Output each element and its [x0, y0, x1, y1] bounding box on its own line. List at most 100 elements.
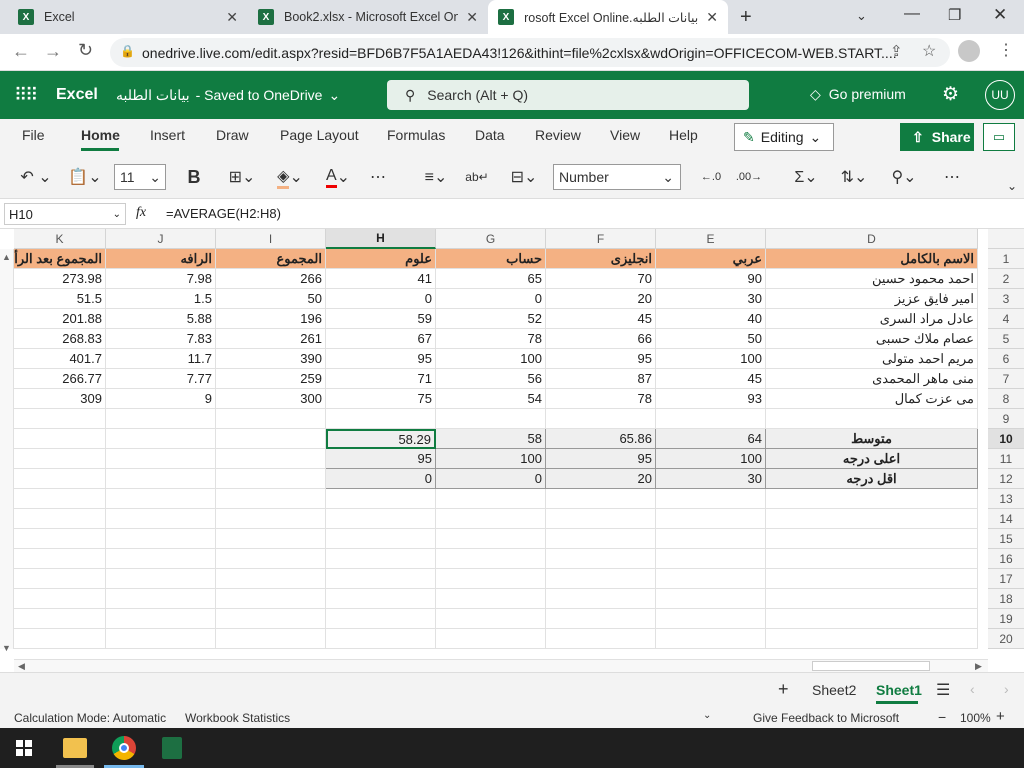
cell-g18[interactable]	[436, 589, 546, 609]
row-header-20[interactable]: 20	[988, 629, 1024, 649]
tab-review[interactable]: Review	[535, 127, 581, 143]
merge-cells-icon[interactable]: ⊟⌄	[504, 164, 544, 190]
column-header-i[interactable]: I	[216, 229, 326, 249]
cell-g5[interactable]: 78	[436, 329, 546, 349]
cell-j19[interactable]	[106, 609, 216, 629]
feedback-link[interactable]: Give Feedback to Microsoft	[753, 711, 899, 725]
cell-d15[interactable]	[766, 529, 978, 549]
scroll-thumb[interactable]	[812, 661, 930, 671]
row-header-8[interactable]: 8	[988, 389, 1024, 409]
select-all-corner[interactable]	[988, 229, 1024, 249]
row-header-2[interactable]: 2	[988, 269, 1024, 289]
cell-j13[interactable]	[106, 489, 216, 509]
cell-d7[interactable]: منى ماهر المحمدى	[766, 369, 978, 389]
undo-icon[interactable]: ↶ ⌄	[16, 164, 56, 190]
cell-k1[interactable]: المجموع بعد الرأفه	[14, 249, 106, 269]
cell-k9[interactable]	[14, 409, 106, 429]
scroll-left-icon[interactable]: ◀	[18, 661, 25, 672]
cell-f7[interactable]: 87	[546, 369, 656, 389]
cell-i15[interactable]	[216, 529, 326, 549]
close-icon[interactable]: ✕	[466, 9, 478, 26]
cell-e2[interactable]: 90	[656, 269, 766, 289]
column-header-k[interactable]: K	[14, 229, 106, 249]
row-header-9[interactable]: 9	[988, 409, 1024, 429]
cell-i9[interactable]	[216, 409, 326, 429]
go-premium-button[interactable]: ◇ Go premium	[810, 86, 906, 103]
cell-d6[interactable]: مريم احمد متولى	[766, 349, 978, 369]
tab-help[interactable]: Help	[669, 127, 698, 143]
horizontal-scrollbar[interactable]: ◀ ▶	[14, 659, 988, 672]
cell-i5[interactable]: 261	[216, 329, 326, 349]
sort-filter-icon[interactable]: ⇅⌄	[834, 164, 874, 190]
cell-d5[interactable]: عصام ملاك حسبى	[766, 329, 978, 349]
cell-f6[interactable]: 95	[546, 349, 656, 369]
cell-h12[interactable]: 0	[326, 469, 436, 489]
cell-j15[interactable]	[106, 529, 216, 549]
fill-color-icon[interactable]: ◈ ⌄	[270, 164, 310, 190]
cell-f10[interactable]: 65.86	[546, 429, 656, 449]
cell-h20[interactable]	[326, 629, 436, 649]
app-launcher-icon[interactable]: ⠿⠿	[14, 85, 38, 106]
comments-icon[interactable]: ▭	[983, 123, 1015, 151]
cell-d9[interactable]	[766, 409, 978, 429]
chevron-down-icon[interactable]: ⌄	[703, 710, 711, 721]
browser-tab-excel[interactable]: X Excel ✕	[8, 0, 248, 34]
cell-e18[interactable]	[656, 589, 766, 609]
number-format-dropdown[interactable]: Number ⌄	[553, 164, 681, 190]
cell-g14[interactable]	[436, 509, 546, 529]
zoom-level[interactable]: 100%	[960, 711, 991, 725]
chrome-icon[interactable]	[112, 736, 136, 760]
cell-e11[interactable]: 100	[656, 449, 766, 469]
browser-tab-book2[interactable]: X Book2.xlsx - Microsoft Excel Onli ✕	[248, 0, 488, 34]
cell-i14[interactable]	[216, 509, 326, 529]
decrease-decimal-icon[interactable]: .00→	[736, 164, 762, 190]
cell-f19[interactable]	[546, 609, 656, 629]
cell-g4[interactable]: 52	[436, 309, 546, 329]
cell-d20[interactable]	[766, 629, 978, 649]
column-header-g[interactable]: G	[436, 229, 546, 249]
cell-e14[interactable]	[656, 509, 766, 529]
cell-j3[interactable]: 1.5	[106, 289, 216, 309]
cell-i19[interactable]	[216, 609, 326, 629]
cell-f3[interactable]: 20	[546, 289, 656, 309]
cell-e6[interactable]: 100	[656, 349, 766, 369]
cell-e10[interactable]: 64	[656, 429, 766, 449]
browser-menu-icon[interactable]: ⋮	[998, 40, 1014, 60]
cell-h3[interactable]: 0	[326, 289, 436, 309]
row-header-15[interactable]: 15	[988, 529, 1024, 549]
cell-i1[interactable]: المجموع	[216, 249, 326, 269]
spreadsheet-grid[interactable]: KJIHGFED 1 2 3 4 5 6 7 8 9 10 11 12 13 14 15 16 17 18 19 20…	[0, 229, 1024, 659]
cell-k5[interactable]: 268.83	[14, 329, 106, 349]
cell-f14[interactable]	[546, 509, 656, 529]
cell-i2[interactable]: 266	[216, 269, 326, 289]
cell-d4[interactable]: عادل مراد السرى	[766, 309, 978, 329]
expand-ribbon-icon[interactable]: ⌄	[1004, 173, 1020, 199]
cell-h10-selected[interactable]: 58.29	[326, 429, 436, 449]
forward-icon[interactable]: →	[44, 41, 62, 62]
cell-k10[interactable]	[14, 429, 106, 449]
cell-e15[interactable]	[656, 529, 766, 549]
scroll-up-icon[interactable]: ▲	[2, 252, 11, 262]
find-icon[interactable]: ⚲⌄	[884, 164, 924, 190]
cell-g3[interactable]: 0	[436, 289, 546, 309]
windows-start-icon[interactable]	[16, 740, 32, 756]
cell-k19[interactable]	[14, 609, 106, 629]
cell-d8[interactable]: مى عزت كمال	[766, 389, 978, 409]
next-sheet-icon[interactable]: ›	[1004, 681, 1009, 697]
cell-e12[interactable]: 30	[656, 469, 766, 489]
cell-h17[interactable]	[326, 569, 436, 589]
cell-j5[interactable]: 7.83	[106, 329, 216, 349]
cell-i12[interactable]	[216, 469, 326, 489]
cell-g20[interactable]	[436, 629, 546, 649]
cell-i16[interactable]	[216, 549, 326, 569]
calc-mode[interactable]: Calculation Mode: Automatic	[14, 711, 166, 725]
cell-f5[interactable]: 66	[546, 329, 656, 349]
cell-k18[interactable]	[14, 589, 106, 609]
spreadsheet-app-icon[interactable]	[162, 737, 182, 759]
cell-k17[interactable]	[14, 569, 106, 589]
zoom-in-icon[interactable]: +	[996, 708, 1005, 725]
tab-draw[interactable]: Draw	[216, 127, 249, 143]
cell-h14[interactable]	[326, 509, 436, 529]
scroll-down-icon[interactable]: ▼	[2, 643, 11, 653]
back-icon[interactable]: ←	[12, 41, 30, 62]
